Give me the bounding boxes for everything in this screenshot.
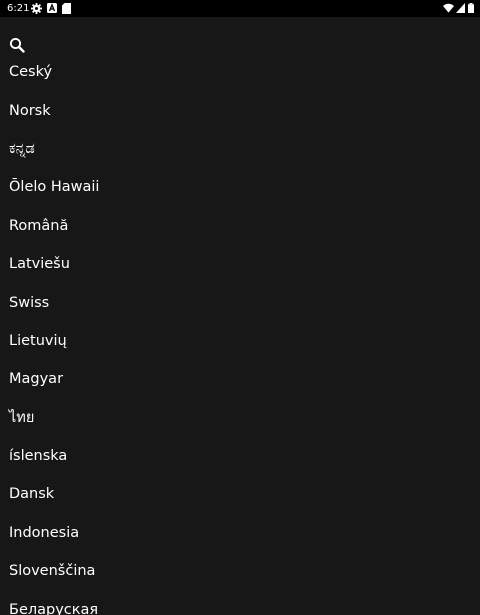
language-option[interactable]: íslenska (0, 437, 480, 475)
language-list: Ceský Norsk ಕನ್ನಡ Ōlelo Hawaii Română Latvieš… (0, 53, 480, 615)
language-option[interactable]: Беларуская (0, 590, 480, 615)
language-option[interactable]: Norsk (0, 91, 480, 129)
language-option[interactable]: Ceský (0, 53, 480, 91)
language-option[interactable]: ไทย (0, 399, 480, 437)
language-option[interactable]: Magyar (0, 360, 480, 398)
language-option[interactable]: Română (0, 207, 480, 245)
language-option[interactable]: Slovenščina (0, 552, 480, 590)
signal-icon (456, 3, 465, 13)
language-option[interactable]: Swiss (0, 283, 480, 321)
language-option[interactable]: Lietuvių (0, 322, 480, 360)
language-option[interactable]: Ōlelo Hawaii (0, 168, 480, 206)
language-option[interactable]: Latviešu (0, 245, 480, 283)
status-bar: 6:21 (0, 0, 480, 17)
status-time: 6:21 (7, 3, 30, 14)
language-picker: Ceský Norsk ಕನ್ನಡ Ōlelo Hawaii Română Latvieš… (0, 17, 480, 615)
language-option[interactable]: Dansk (0, 475, 480, 513)
battery-icon (468, 3, 474, 13)
gear-icon (31, 3, 42, 14)
a-badge-icon (47, 3, 57, 13)
language-option[interactable]: Indonesia (0, 514, 480, 552)
language-option[interactable]: ಕನ್ನಡ (0, 130, 480, 168)
wifi-icon (443, 3, 454, 13)
sd-card-icon (62, 3, 71, 14)
